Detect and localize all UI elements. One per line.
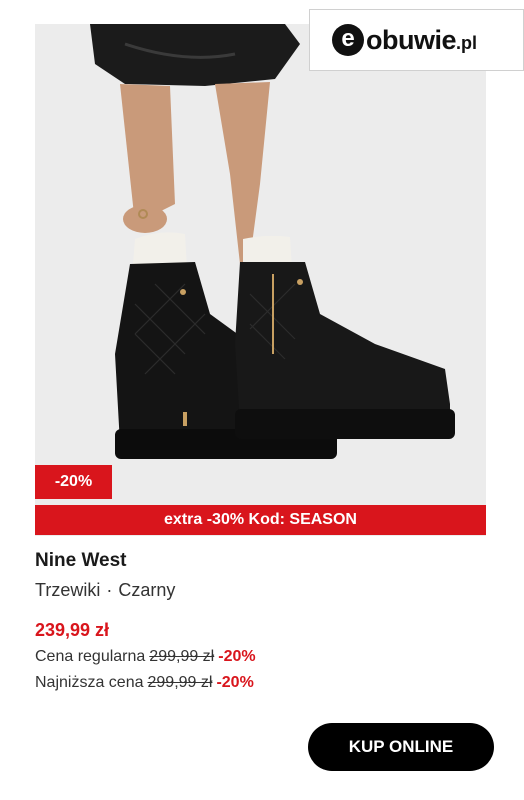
product-card[interactable]: e obuwie .pl -20% extra -30% Kod: SEASON… [0, 0, 524, 800]
logo-tld: .pl [456, 32, 477, 53]
regular-price-discount: -20% [218, 648, 256, 665]
regular-price-value: 299,99 zł [149, 648, 215, 665]
buy-online-button[interactable]: KUP ONLINE [308, 723, 494, 771]
product-color: Czarny [118, 580, 176, 600]
brand-logo[interactable]: e obuwie .pl [309, 9, 524, 71]
lowest-price-label: Najniższa cena [35, 674, 144, 691]
lowest-price-discount: -20% [216, 674, 254, 691]
regular-price-label: Cena regularna [35, 648, 146, 665]
logo-name: obuwie [366, 24, 457, 55]
lowest-price-value: 299,99 zł [147, 674, 213, 691]
product-brand: Nine West [35, 550, 127, 571]
product-category: Trzewiki [35, 580, 101, 600]
lowest-price-line: Najniższa cena 299,99 zł -20% [35, 674, 254, 692]
product-image[interactable] [35, 24, 486, 536]
regular-price-line: Cena regularna 299,99 zł -20% [35, 648, 256, 666]
promo-code-banner: extra -30% Kod: SEASON [35, 505, 486, 535]
product-subtitle: Trzewiki · Czarny [35, 580, 175, 601]
logo-mark: e [332, 24, 364, 56]
subtitle-separator: · [106, 580, 113, 600]
discount-badge: -20% [35, 465, 112, 499]
boots-illustration [35, 24, 486, 536]
current-price: 239,99 zł [35, 620, 110, 640]
